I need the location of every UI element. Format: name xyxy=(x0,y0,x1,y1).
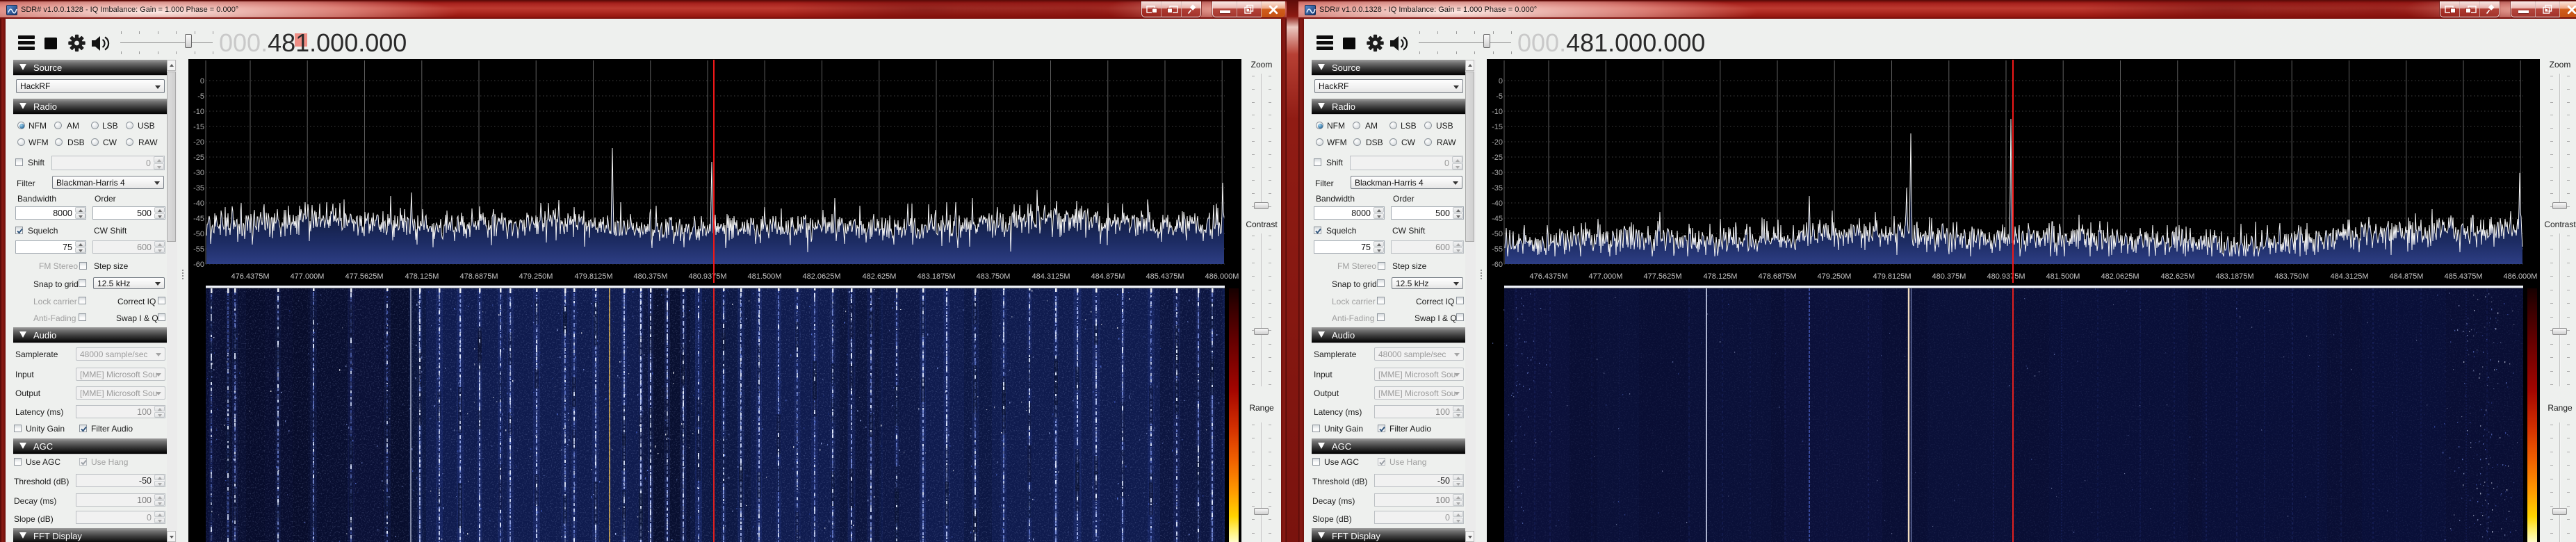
svg-text:0: 0 xyxy=(1499,77,1503,85)
svg-text:-10: -10 xyxy=(1492,108,1503,116)
svg-text:479.8125M: 479.8125M xyxy=(1873,272,1911,281)
svg-text:-15: -15 xyxy=(193,123,204,131)
svg-text:-35: -35 xyxy=(193,184,204,192)
svg-text:-20: -20 xyxy=(1492,138,1503,147)
svg-text:486.000M: 486.000M xyxy=(1205,272,1239,281)
svg-text:-5: -5 xyxy=(1496,92,1503,101)
svg-text:0: 0 xyxy=(200,77,204,85)
svg-text:476.4375M: 476.4375M xyxy=(1529,272,1567,281)
svg-text:483.1875M: 483.1875M xyxy=(917,272,955,281)
svg-text:-50: -50 xyxy=(1492,230,1503,238)
svg-text:-55: -55 xyxy=(1492,245,1503,254)
svg-text:484.875M: 484.875M xyxy=(2390,272,2424,281)
svg-text:480.375M: 480.375M xyxy=(634,272,668,281)
svg-text:480.375M: 480.375M xyxy=(1932,272,1966,281)
svg-text:-15: -15 xyxy=(1492,123,1503,131)
svg-text:478.6875M: 478.6875M xyxy=(459,272,498,281)
svg-text:-60: -60 xyxy=(1492,261,1503,269)
svg-text:476.4375M: 476.4375M xyxy=(231,272,269,281)
svg-text:-25: -25 xyxy=(193,154,204,162)
svg-text:485.4375M: 485.4375M xyxy=(1146,272,1184,281)
svg-text:-20: -20 xyxy=(193,138,204,147)
svg-text:486.000M: 486.000M xyxy=(2504,272,2538,281)
svg-text:484.3125M: 484.3125M xyxy=(2330,272,2368,281)
svg-text:480.9375M: 480.9375M xyxy=(1987,272,2025,281)
svg-text:-45: -45 xyxy=(193,215,204,223)
svg-text:483.1875M: 483.1875M xyxy=(2215,272,2253,281)
svg-text:483.750M: 483.750M xyxy=(2275,272,2309,281)
svg-text:-55: -55 xyxy=(193,245,204,254)
svg-text:484.3125M: 484.3125M xyxy=(1032,272,1070,281)
svg-text:481.500M: 481.500M xyxy=(748,272,782,281)
svg-text:482.0625M: 482.0625M xyxy=(802,272,840,281)
svg-text:-40: -40 xyxy=(193,199,204,208)
svg-text:477.000M: 477.000M xyxy=(1589,272,1623,281)
svg-text:-35: -35 xyxy=(1492,184,1503,192)
svg-text:484.875M: 484.875M xyxy=(1091,272,1125,281)
svg-text:-30: -30 xyxy=(1492,169,1503,177)
svg-text:482.625M: 482.625M xyxy=(2161,272,2195,281)
svg-text:477.5625M: 477.5625M xyxy=(1643,272,1681,281)
svg-text:479.250M: 479.250M xyxy=(519,272,553,281)
svg-text:-45: -45 xyxy=(1492,215,1503,223)
svg-text:-40: -40 xyxy=(1492,199,1503,208)
svg-text:477.000M: 477.000M xyxy=(291,272,325,281)
svg-text:483.750M: 483.750M xyxy=(977,272,1011,281)
svg-text:482.0625M: 482.0625M xyxy=(2101,272,2139,281)
svg-text:-30: -30 xyxy=(193,169,204,177)
svg-text:485.4375M: 485.4375M xyxy=(2444,272,2482,281)
svg-text:481.500M: 481.500M xyxy=(2046,272,2080,281)
svg-text:-10: -10 xyxy=(193,108,204,116)
svg-text:482.625M: 482.625M xyxy=(863,272,897,281)
svg-text:-25: -25 xyxy=(1492,154,1503,162)
svg-text:478.6875M: 478.6875M xyxy=(1758,272,1796,281)
svg-text:-5: -5 xyxy=(197,92,204,101)
svg-text:480.9375M: 480.9375M xyxy=(688,272,726,281)
svg-text:478.125M: 478.125M xyxy=(405,272,439,281)
svg-text:478.125M: 478.125M xyxy=(1704,272,1738,281)
svg-text:-50: -50 xyxy=(193,230,204,238)
svg-text:479.250M: 479.250M xyxy=(1818,272,1852,281)
svg-text:479.8125M: 479.8125M xyxy=(574,272,612,281)
svg-text:477.5625M: 477.5625M xyxy=(345,272,383,281)
svg-text:-60: -60 xyxy=(193,261,204,269)
